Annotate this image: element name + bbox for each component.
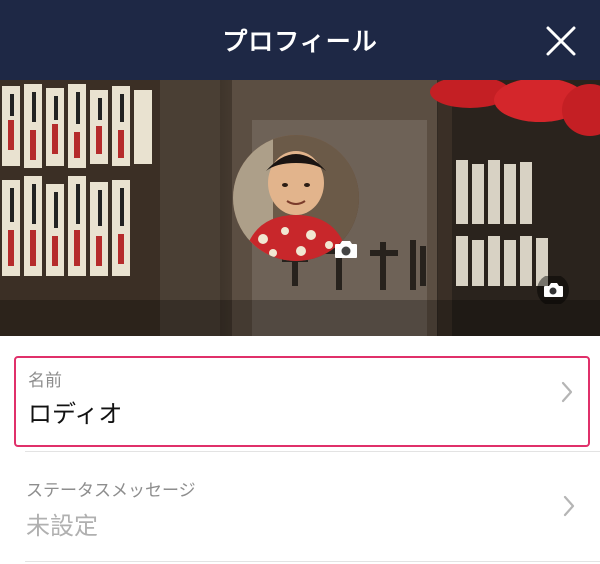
status-label: ステータスメッセージ bbox=[26, 481, 196, 501]
page-title: プロフィール bbox=[222, 27, 378, 56]
name-value: ロディオ bbox=[28, 400, 123, 428]
chevron-right-icon bbox=[563, 495, 575, 517]
cover-camera-icon[interactable] bbox=[536, 276, 570, 304]
avatar-camera-icon[interactable] bbox=[333, 238, 359, 260]
divider bbox=[25, 561, 600, 562]
header-bar: プロフィール bbox=[0, 0, 600, 80]
status-message-row[interactable]: ステータスメッセージ 未設定 bbox=[14, 458, 590, 558]
name-row[interactable]: 名前 ロディオ bbox=[14, 356, 590, 447]
name-label: 名前 bbox=[28, 371, 62, 391]
chevron-right-icon bbox=[561, 381, 573, 403]
divider bbox=[25, 451, 600, 452]
status-value: 未設定 bbox=[26, 512, 98, 540]
close-icon[interactable] bbox=[544, 24, 578, 58]
